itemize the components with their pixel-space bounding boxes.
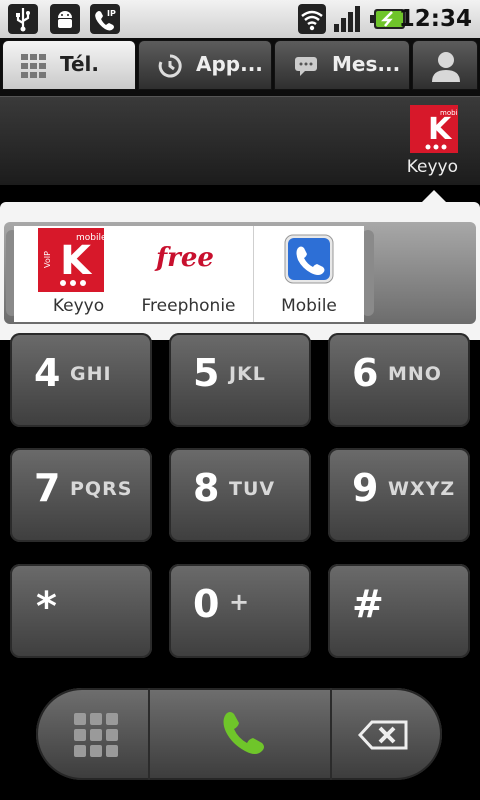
- key-letters: +: [229, 588, 251, 616]
- key-6[interactable]: 6 MNO: [328, 333, 470, 427]
- provider-freephonie[interactable]: free Freephonie: [124, 226, 254, 322]
- key-digit: 0: [193, 582, 220, 626]
- android-debug-icon: [50, 4, 80, 34]
- usb-icon: [8, 4, 38, 34]
- provider-mobile-label: Mobile: [281, 296, 337, 316]
- backspace-button[interactable]: [332, 688, 442, 780]
- dialpad-icon: [74, 713, 118, 757]
- sip-call-icon: IP: [90, 4, 120, 34]
- free-logo: free: [152, 240, 232, 274]
- svg-text:K: K: [60, 238, 93, 284]
- clock: 12:34: [398, 6, 472, 32]
- svg-text:IP: IP: [107, 9, 116, 18]
- key-letters: MNO: [388, 363, 442, 385]
- tab-messages[interactable]: Mes...: [274, 40, 410, 90]
- provider-mobile[interactable]: Mobile: [254, 226, 364, 322]
- tab-calls[interactable]: App...: [138, 40, 272, 90]
- key-digit: 5: [193, 351, 220, 395]
- keyyo-logo[interactable]: K mobile: [410, 105, 464, 153]
- selected-provider-label: Keyyo: [406, 157, 458, 177]
- phone-icon: [284, 234, 334, 284]
- svg-text:mobile: mobile: [76, 233, 104, 243]
- svg-text:VoIP: VoIP: [43, 251, 52, 268]
- key-letters: PQRS: [70, 478, 133, 500]
- key-digit: 4: [34, 351, 61, 395]
- toggle-dialpad-button[interactable]: [36, 688, 148, 780]
- key-7[interactable]: 7 PQRS: [10, 448, 152, 542]
- dialpad-icon: [21, 54, 47, 78]
- tab-bar: Tél. App... Mes...: [0, 38, 480, 96]
- call-log-icon: [157, 54, 183, 78]
- svg-text:free: free: [154, 243, 214, 273]
- key-digit: 8: [193, 466, 220, 510]
- tab-phone[interactable]: Tél.: [2, 40, 136, 90]
- dialer-action-bar: [36, 688, 442, 780]
- message-icon: [293, 54, 319, 78]
- key-0[interactable]: 0 +: [169, 564, 311, 658]
- tab-messages-label: Mes...: [332, 52, 401, 76]
- keyyo-logo: K mobile VoIP: [38, 228, 107, 292]
- key-hash[interactable]: #: [328, 564, 470, 658]
- key-letters: WXYZ: [388, 478, 456, 500]
- svg-text:K: K: [428, 112, 453, 147]
- key-star[interactable]: *: [10, 564, 152, 658]
- call-button[interactable]: [150, 688, 330, 780]
- backspace-icon: [357, 720, 408, 750]
- key-8[interactable]: 8 TUV: [169, 448, 311, 542]
- svg-text:mobile: mobile: [440, 109, 458, 117]
- key-digit: 6: [352, 351, 379, 395]
- signal-icon: [332, 4, 364, 34]
- key-digit: #: [352, 582, 384, 626]
- key-letters: TUV: [229, 478, 276, 500]
- key-digit: 9: [352, 466, 379, 510]
- key-digit: 7: [34, 466, 61, 510]
- tab-calls-label: App...: [196, 52, 263, 76]
- provider-freephonie-label: Freephonie: [141, 296, 236, 316]
- wifi-icon: [298, 4, 326, 34]
- contacts-icon: [431, 50, 461, 82]
- key-9[interactable]: 9 WXYZ: [328, 448, 470, 542]
- key-5[interactable]: 5 JKL: [169, 333, 311, 427]
- selected-provider-bar: K mobile Keyyo: [0, 96, 480, 185]
- key-letters: GHI: [70, 363, 112, 385]
- key-digit: *: [36, 584, 57, 630]
- call-icon: [214, 706, 270, 762]
- status-bar: IP 12:34: [0, 0, 480, 38]
- key-letters: JKL: [229, 363, 266, 385]
- key-4[interactable]: 4 GHI: [10, 333, 152, 427]
- tab-contacts[interactable]: [412, 40, 478, 90]
- tab-phone-label: Tél.: [60, 52, 100, 76]
